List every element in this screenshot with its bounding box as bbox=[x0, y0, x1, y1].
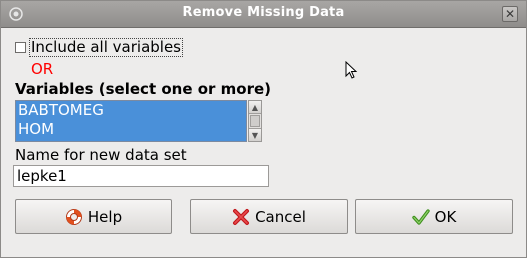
list-item[interactable]: HOM bbox=[16, 120, 246, 139]
close-icon: ✕ bbox=[504, 7, 516, 21]
dataset-name-label: Name for new data set bbox=[15, 146, 187, 164]
scroll-down-icon[interactable]: ▼ bbox=[249, 128, 261, 141]
include-all-checkbox[interactable] bbox=[15, 41, 26, 53]
scroll-thumb[interactable] bbox=[250, 115, 260, 127]
close-button[interactable]: ✕ bbox=[502, 6, 518, 22]
lifebuoy-icon bbox=[65, 208, 82, 225]
ok-button[interactable]: OK bbox=[355, 199, 513, 234]
cancel-icon bbox=[233, 208, 250, 225]
check-icon bbox=[411, 208, 430, 225]
variables-scrollbar[interactable]: ▲ ▼ bbox=[248, 100, 262, 142]
scroll-up-icon[interactable]: ▲ bbox=[249, 101, 261, 114]
variables-label: Variables (select one or more) bbox=[15, 80, 271, 98]
dialog-window: Remove Missing Data ✕ Include all variab… bbox=[0, 0, 527, 258]
include-all-label[interactable]: Include all variables bbox=[29, 37, 183, 57]
title-bar[interactable]: Remove Missing Data ✕ bbox=[1, 1, 526, 28]
or-text: OR bbox=[31, 60, 54, 78]
variables-listbox[interactable]: BABTOMEG HOM bbox=[15, 100, 247, 142]
list-item[interactable]: BABTOMEG bbox=[16, 101, 246, 120]
include-all-row[interactable]: Include all variables bbox=[15, 37, 183, 57]
cancel-button-label: Cancel bbox=[255, 207, 306, 226]
cancel-button[interactable]: Cancel bbox=[190, 199, 348, 234]
window-title: Remove Missing Data bbox=[182, 5, 345, 20]
help-button-label: Help bbox=[87, 207, 123, 226]
ok-button-label: OK bbox=[434, 207, 457, 226]
help-button[interactable]: Help bbox=[15, 199, 172, 234]
mouse-pointer-icon bbox=[345, 61, 358, 79]
dataset-name-input[interactable] bbox=[13, 165, 269, 187]
